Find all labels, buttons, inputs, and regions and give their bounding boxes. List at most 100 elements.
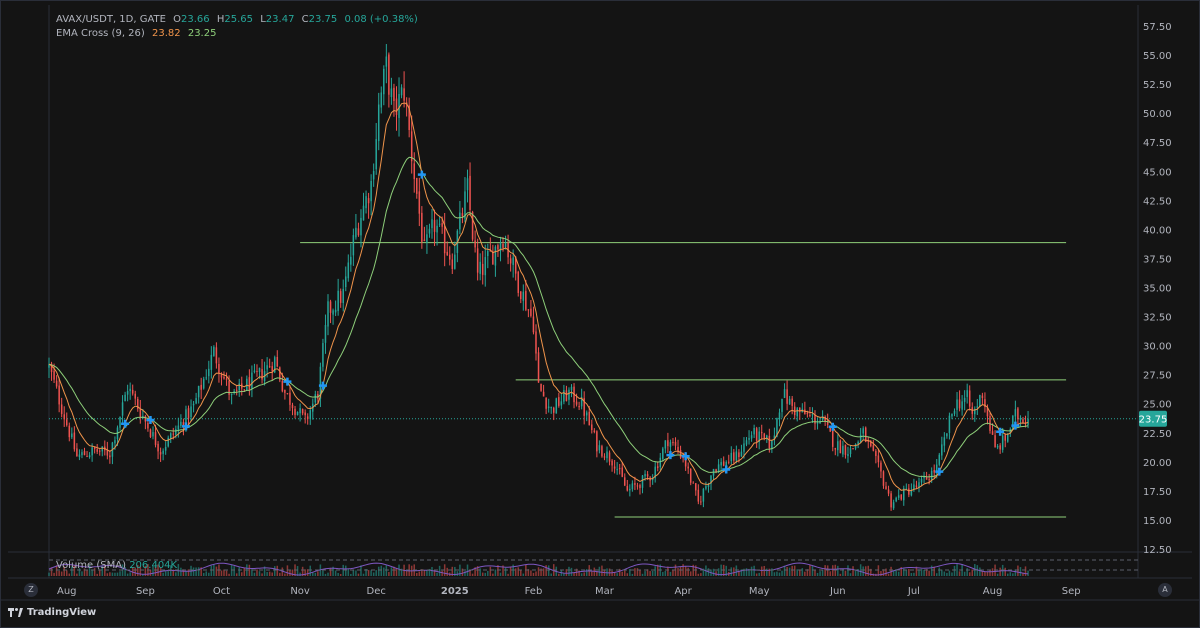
volume-bar <box>509 566 512 576</box>
candle-body <box>809 415 811 417</box>
candle-body <box>897 495 900 498</box>
candle-body <box>821 416 824 420</box>
volume-bar <box>76 573 78 576</box>
volume-bar <box>81 571 83 576</box>
volume-bar <box>1024 566 1027 576</box>
candle-body <box>783 389 786 398</box>
candle-body <box>350 256 352 265</box>
candle-body <box>197 385 200 398</box>
tradingview-footer: TradingView <box>8 607 96 618</box>
candle-body <box>1004 435 1006 441</box>
candle-body <box>304 412 306 416</box>
volume-bar <box>469 570 471 576</box>
candle-body <box>276 356 279 367</box>
candle-body <box>248 377 251 390</box>
low-value: L23.47 <box>260 14 295 25</box>
volume-bar <box>514 568 517 576</box>
candle-body <box>662 448 664 459</box>
volume-bar <box>796 569 799 576</box>
candle-body <box>86 456 88 458</box>
volume-bar <box>801 568 804 576</box>
volume-bar <box>887 573 890 576</box>
candle-body <box>844 444 847 455</box>
candle-body <box>289 392 291 405</box>
volume-bar <box>537 567 540 576</box>
candle-body <box>953 410 956 414</box>
candle-body <box>525 290 527 310</box>
auto-scale-button[interactable]: A <box>1158 583 1172 597</box>
volume-bar <box>390 567 393 576</box>
volume-bar <box>520 570 522 576</box>
candle-body <box>73 432 76 450</box>
volume-bar <box>357 573 360 576</box>
volume-bar <box>839 573 842 576</box>
candle-body <box>806 413 809 415</box>
candle-body <box>487 250 489 256</box>
volume-bar <box>631 573 634 576</box>
candle-body <box>695 483 697 491</box>
candle-body <box>377 104 380 142</box>
candle-body <box>545 397 547 409</box>
y-tick-label: 30.00 <box>1143 342 1172 353</box>
candle-body <box>941 444 943 456</box>
candle-body <box>309 410 312 420</box>
candle-body <box>788 398 791 405</box>
volume-bar <box>494 569 497 576</box>
volume-bar <box>852 566 854 576</box>
volume-bar <box>938 567 941 576</box>
brand-name: TradingView <box>27 607 97 618</box>
candle-body <box>380 92 383 108</box>
candle-body <box>243 389 246 391</box>
x-tick-label: Apr <box>674 586 692 597</box>
candle-body <box>745 440 748 445</box>
candle-body <box>560 401 563 406</box>
candle-body <box>890 493 892 508</box>
volume-bar <box>636 568 639 576</box>
candle-body <box>215 347 218 364</box>
volume-bar <box>210 565 213 576</box>
candle-body <box>849 448 852 454</box>
candle-body <box>284 389 286 393</box>
volume-bar <box>471 573 474 576</box>
volume-bar <box>664 570 667 576</box>
volume-bar <box>228 573 230 576</box>
candle-body <box>306 416 309 419</box>
volume-bar <box>339 573 342 576</box>
candle-body <box>124 394 126 402</box>
y-tick-label: 47.50 <box>1143 138 1172 149</box>
candle-body <box>423 239 426 242</box>
candle-body <box>991 431 994 435</box>
candle-body <box>558 397 560 406</box>
candle-body <box>585 412 588 416</box>
candle-body <box>976 406 979 408</box>
candle-body <box>591 424 593 430</box>
candle-body <box>476 248 479 273</box>
volume-bar <box>180 567 182 576</box>
candle-body <box>679 450 682 458</box>
price-chart[interactable]: 57.50 55.00 52.50 50.00 47.50 45.00 42.50 40.00… <box>0 0 1200 628</box>
volume-bar <box>241 572 243 576</box>
y-tick-label: 27.50 <box>1143 371 1172 382</box>
candle-body <box>238 383 240 391</box>
candle-body <box>565 390 568 402</box>
candle-body <box>608 452 611 462</box>
candle-body <box>674 441 677 446</box>
candle-body <box>631 483 634 490</box>
zoom-reset-button[interactable]: Z <box>24 583 38 597</box>
candle-body <box>880 462 882 472</box>
volume-bar <box>273 566 276 576</box>
chart-background <box>0 0 1200 628</box>
volume-bar <box>261 573 263 576</box>
volume-bar <box>238 567 240 576</box>
tradingview-logo-icon <box>8 608 23 617</box>
candle-body <box>162 450 164 454</box>
volume-bar <box>545 565 547 576</box>
candle-body <box>393 87 395 102</box>
volume-bar <box>380 565 383 576</box>
candle-body <box>410 131 413 162</box>
volume-bar <box>951 572 953 576</box>
candle-body <box>192 403 195 406</box>
candle-body <box>258 367 261 372</box>
candle-body <box>656 466 659 469</box>
candle-body <box>872 445 875 451</box>
